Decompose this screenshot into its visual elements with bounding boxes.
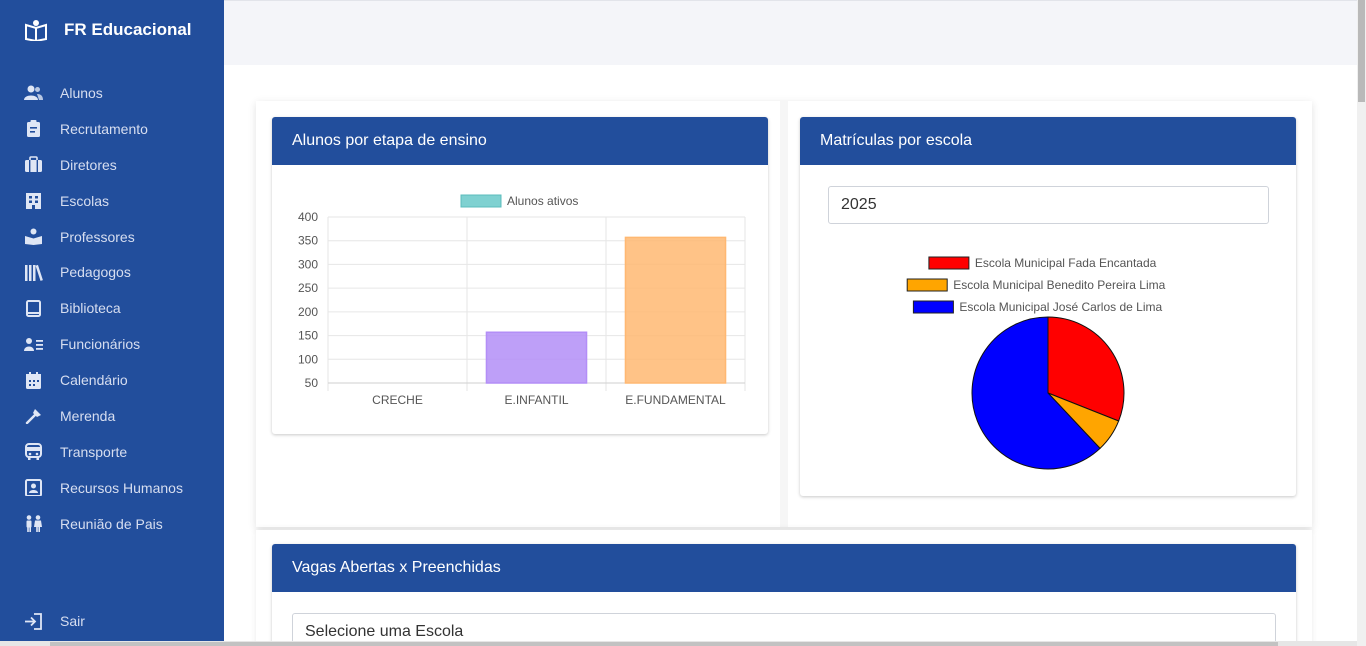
book-icon [26, 299, 41, 317]
id-badge-icon [25, 479, 42, 497]
sidebar-item-label: Professores [60, 228, 135, 245]
sidebar-item-reuniao-de-pais[interactable]: Reunião de Pais [0, 506, 224, 542]
y-tick-label: 300 [298, 257, 318, 271]
sidebar-nav: Alunos Recrutamento Diretores Escolas Pr… [0, 75, 224, 542]
legend-swatch [928, 256, 970, 270]
legend-swatch [460, 194, 502, 208]
sidebar-item-merenda[interactable]: Merenda [0, 398, 224, 434]
sidebar-item-label: Diretores [60, 156, 117, 173]
sidebar-item-label: Recursos Humanos [60, 479, 183, 496]
sidebar-item-label: Calendário [60, 372, 128, 389]
sidebar-item-escolas[interactable]: Escolas [0, 183, 224, 219]
users-icon [24, 85, 43, 101]
top-bar [224, 0, 1357, 65]
horizontal-scrollbar[interactable] [0, 641, 1357, 646]
year-select-value: 2025 [841, 196, 877, 213]
x-tick-label: E.INFANTIL [504, 393, 568, 407]
sidebar-item-recrutamento[interactable]: Recrutamento [0, 111, 224, 147]
chart-legend: Alunos ativos [460, 194, 578, 208]
bar [624, 236, 727, 384]
card-title: Alunos por etapa de ensino [272, 117, 768, 165]
y-tick-label: 200 [298, 305, 318, 319]
y-tick-label: 100 [298, 352, 318, 366]
card-title: Matrículas por escola [800, 117, 1296, 165]
id-list-icon [24, 337, 43, 351]
legend-item: Escola Municipal José Carlos de Lima [912, 300, 1162, 314]
y-tick-label: 250 [298, 281, 318, 295]
legend-label: Escola Municipal Benedito Pereira Lima [953, 278, 1165, 292]
sign-out-icon [25, 612, 42, 630]
sidebar: FR Educacional Alunos Recrutamento Diret… [0, 0, 224, 646]
sidebar-item-label: Recrutamento [60, 120, 148, 137]
hscroll-thumb[interactable] [50, 642, 1278, 646]
legend-swatch [906, 278, 948, 292]
utensils-icon [25, 409, 41, 425]
open-book-icon [25, 20, 47, 41]
x-tick-label: CRECHE [372, 393, 423, 407]
pie-chart: Escola Municipal Fada Encantada Escola Mu… [906, 256, 1166, 470]
scroll-thumb[interactable] [1358, 0, 1365, 102]
panel-divider [780, 101, 788, 527]
legend-label: Alunos ativos [507, 194, 578, 208]
sidebar-item-diretores[interactable]: Diretores [0, 147, 224, 183]
sidebar-item-label: Biblioteca [60, 300, 121, 317]
vertical-scrollbar[interactable] [1357, 0, 1366, 646]
sidebar-item-transporte[interactable]: Transporte [0, 434, 224, 470]
brand[interactable]: FR Educacional [24, 19, 192, 41]
card-title: Vagas Abertas x Preenchidas [272, 544, 1296, 592]
sidebar-item-label: Alunos [60, 84, 103, 101]
sidebar-item-alunos[interactable]: Alunos [0, 75, 224, 111]
x-tick-label: E.FUNDAMENTAL [625, 393, 726, 407]
bar-chart: Alunos ativos 50 100 150 200 250 300 350 400 CREC… [298, 194, 746, 407]
y-tick-label: 150 [298, 329, 318, 343]
sidebar-item-label: Merenda [60, 407, 116, 424]
book-reader-icon [25, 228, 42, 245]
books-icon [25, 264, 43, 281]
briefcase-icon [25, 156, 42, 173]
bus-icon [25, 443, 42, 461]
legend-item: Escola Municipal Benedito Pereira Lima [906, 278, 1166, 292]
year-select[interactable]: 2025 [828, 186, 1269, 224]
sidebar-item-calendario[interactable]: Calendário [0, 362, 224, 398]
sidebar-item-label: Reunião de Pais [60, 515, 163, 532]
logout-button[interactable]: Sair [0, 603, 224, 639]
sidebar-item-professores[interactable]: Professores [0, 219, 224, 255]
enrollments-by-school-card: Matrículas por escola 2025 Escola Munici… [800, 117, 1296, 496]
clipboard-icon [27, 120, 40, 138]
sidebar-item-label: Transporte [60, 443, 128, 460]
sidebar-item-label: Escolas [60, 192, 110, 209]
sidebar-item-funcionarios[interactable]: Funcionários [0, 326, 224, 362]
parents-icon [26, 515, 42, 533]
sidebar-item-pedagogos[interactable]: Pedagogos [0, 254, 224, 290]
y-tick-label: 350 [298, 234, 318, 248]
y-tick-label: 50 [305, 376, 319, 390]
y-tick-label: 400 [298, 210, 318, 224]
students-by-stage-card: Alunos por etapa de ensino Alunos ativos… [272, 117, 768, 434]
sidebar-item-label: Funcionários [60, 336, 141, 353]
legend-label: Escola Municipal José Carlos de Lima [959, 300, 1162, 314]
logout-label: Sair [60, 613, 85, 629]
building-icon [26, 193, 41, 210]
vacancies-card: Vagas Abertas x Preenchidas Selecione um… [272, 544, 1296, 646]
legend-label: Escola Municipal Fada Encantada [975, 256, 1157, 270]
school-select-placeholder: Selecione uma Escola [305, 623, 464, 640]
legend-swatch [912, 300, 954, 314]
sidebar-item-label: Pedagogos [60, 264, 131, 281]
legend-item: Escola Municipal Fada Encantada [928, 256, 1157, 270]
sidebar-item-biblioteca[interactable]: Biblioteca [0, 290, 224, 326]
brand-name: FR Educacional [64, 20, 192, 39]
sidebar-item-recursos-humanos[interactable]: Recursos Humanos [0, 470, 224, 506]
calendar-icon [26, 371, 41, 389]
bar [485, 331, 588, 384]
